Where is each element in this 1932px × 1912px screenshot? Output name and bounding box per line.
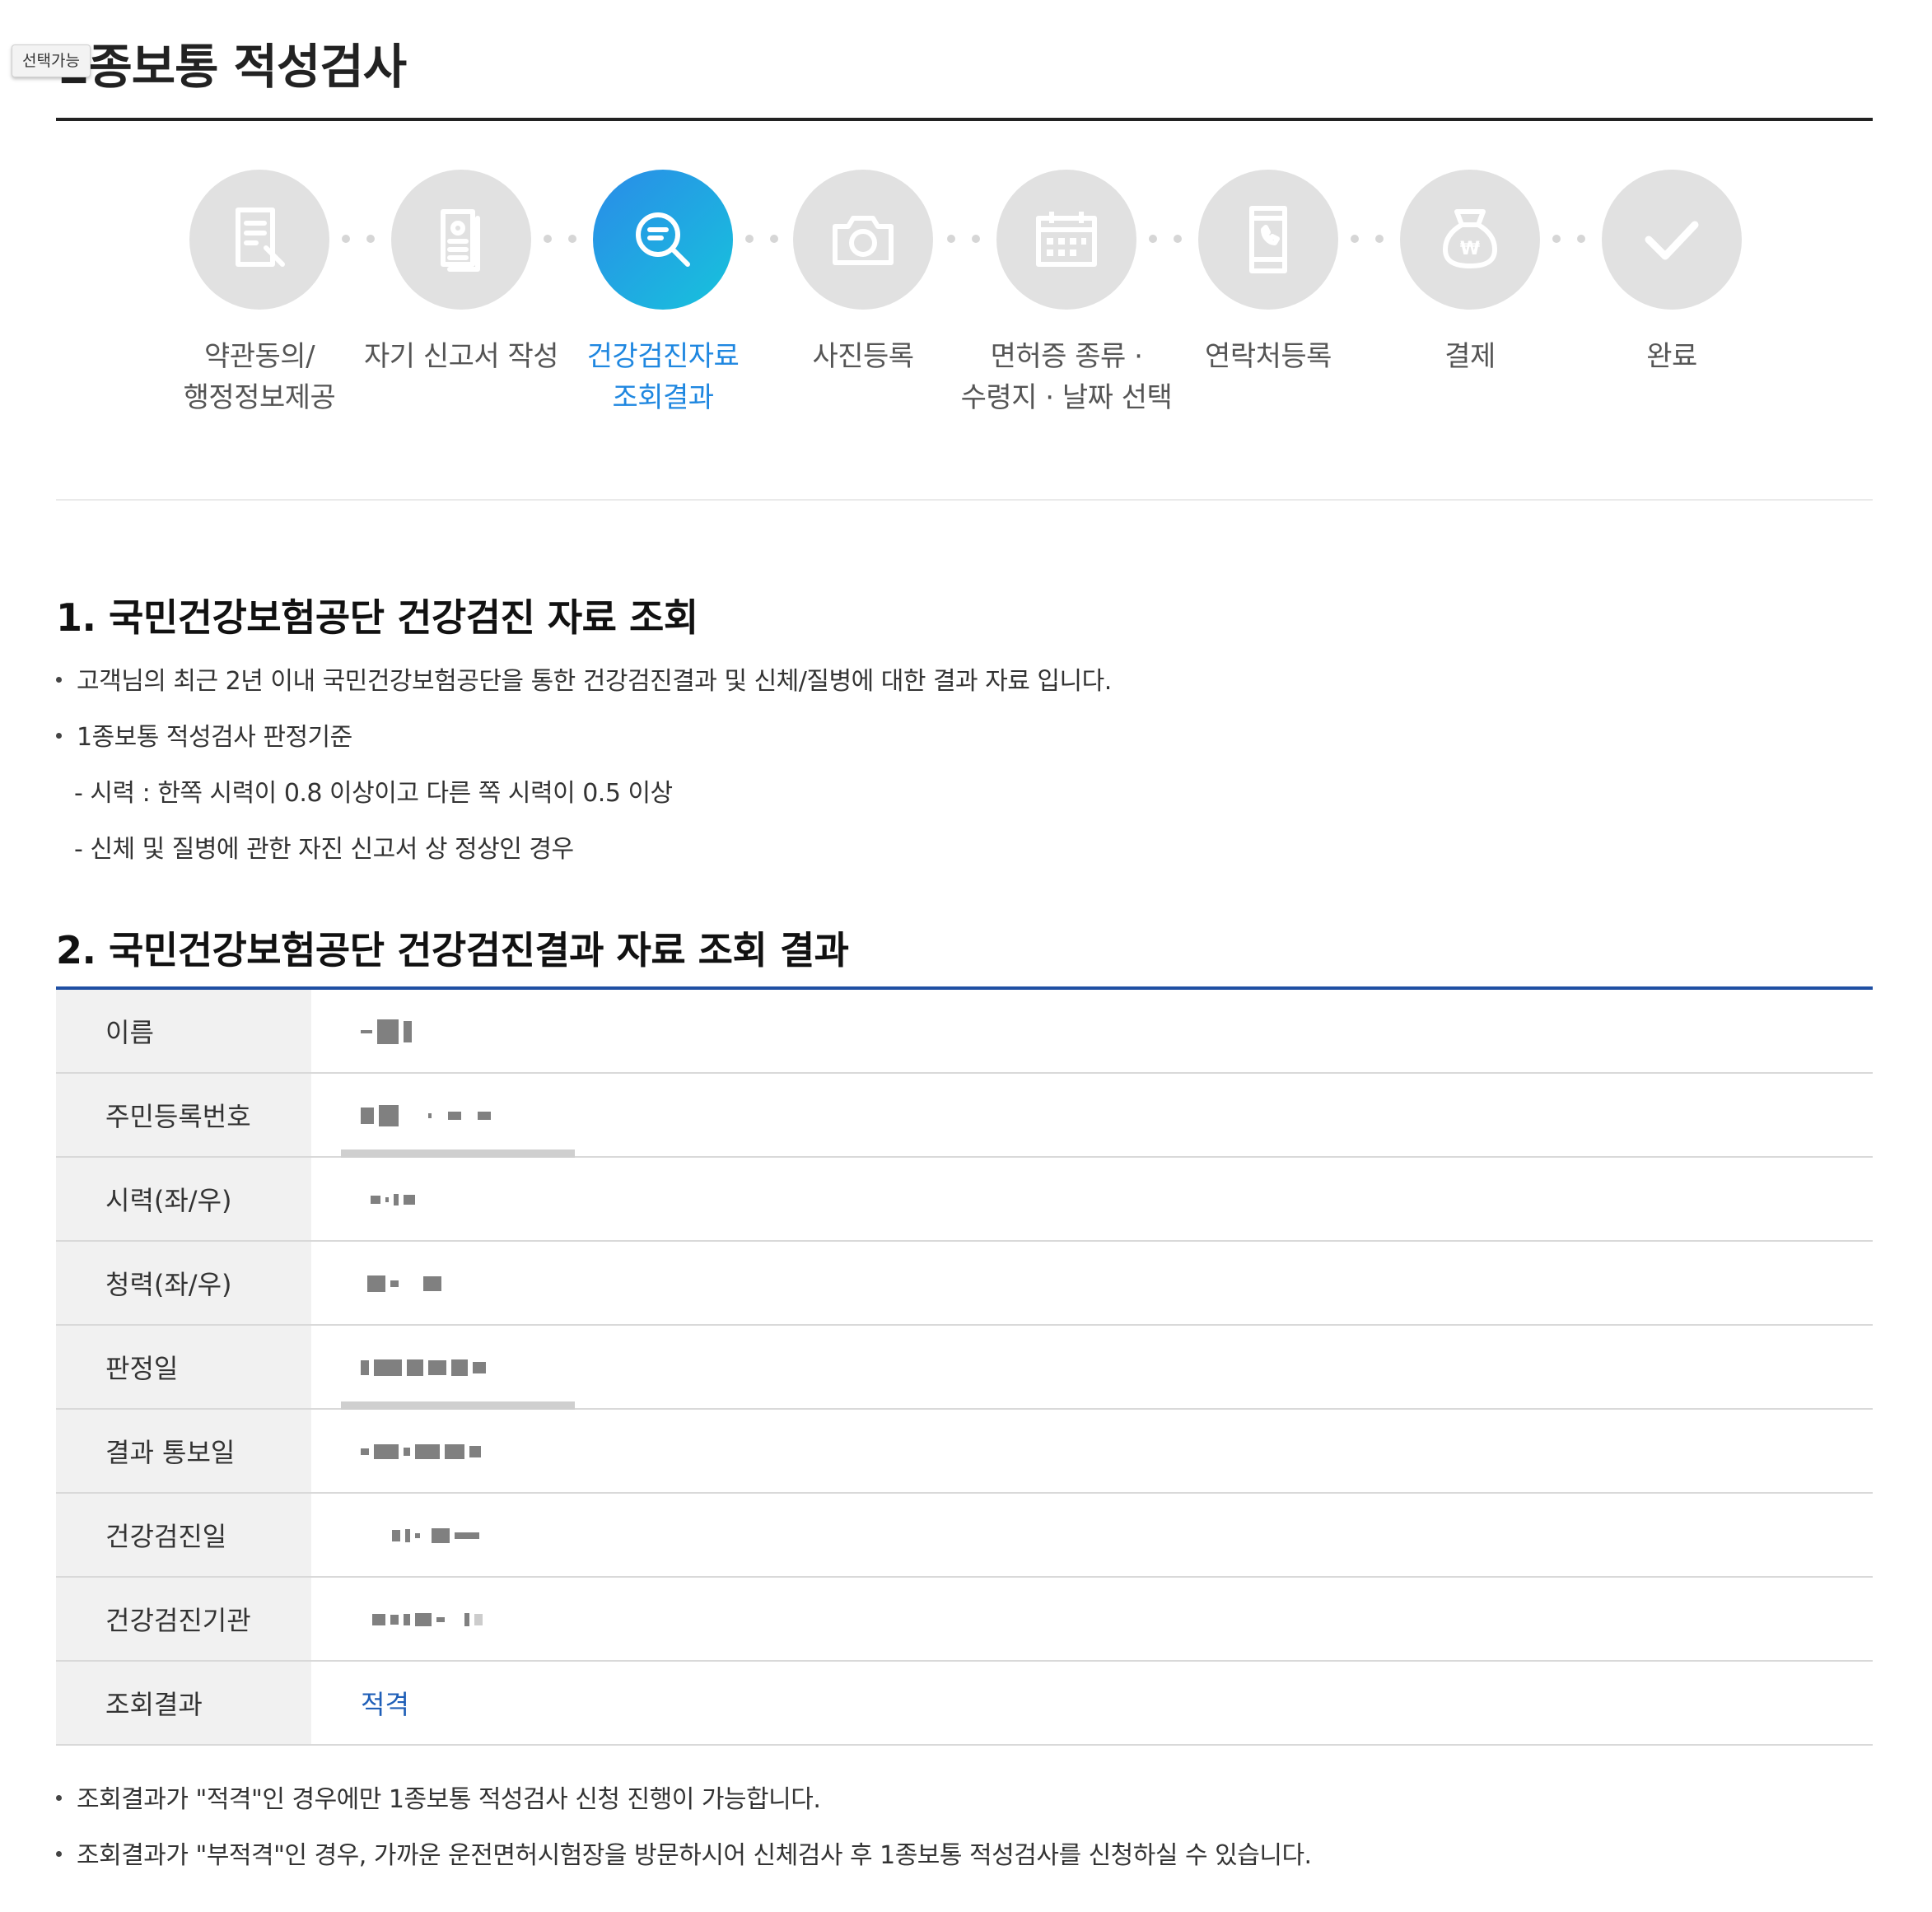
- camera-icon: [793, 170, 933, 310]
- row-label-hearing: 청력(좌/우): [56, 1242, 311, 1324]
- redacted-vision: [311, 1158, 1873, 1240]
- result-table: 이름 주민등록번호 시력(좌/우) 청력(좌/우) 판정일 결과 통보일 건강검…: [56, 986, 1873, 1746]
- search-document-icon: [593, 170, 733, 310]
- won-bag-icon: ₩: [1400, 170, 1540, 310]
- table-row: 결과 통보일: [56, 1410, 1873, 1494]
- redacted-judgment-date: [311, 1326, 1873, 1410]
- table-row: 시력(좌/우): [56, 1158, 1873, 1242]
- table-row: 건강검진기관: [56, 1578, 1873, 1662]
- row-label-vision: 시력(좌/우): [56, 1158, 311, 1240]
- tooltip: 선택가능: [12, 44, 91, 77]
- info-bullet: 고객님의 최근 2년 이내 국민건강보험공단을 통한 건강검진결과 및 신체/질…: [56, 660, 1112, 697]
- phone-icon: [1198, 170, 1338, 310]
- page-title: 1종보통 적성검사: [56, 39, 407, 95]
- title-divider: [56, 118, 1873, 121]
- row-label-name: 이름: [56, 990, 311, 1072]
- criteria-health: - 신체 및 질병에 관한 자진 신고서 상 정상인 경우: [74, 835, 574, 864]
- row-label-institution: 건강검진기관: [56, 1578, 311, 1660]
- table-row: 청력(좌/우): [56, 1242, 1873, 1326]
- step-complete: 완료: [1552, 170, 1791, 377]
- redacted-checkup-date: [311, 1494, 1873, 1576]
- table-row: 주민등록번호: [56, 1074, 1873, 1158]
- calendar-icon: [996, 170, 1136, 310]
- table-row: 이름: [56, 990, 1873, 1074]
- redacted-notice-date: [311, 1410, 1873, 1492]
- redacted-name: [311, 990, 1873, 1072]
- step-label: 완료: [1646, 340, 1697, 373]
- table-row: 조회결과 적격: [56, 1662, 1873, 1746]
- table-row: 건강검진일: [56, 1494, 1873, 1578]
- step-progress: 약관동의/ 행정정보제공 자기 신고서 작성 건강검진자료 조회결과 사진등록 …: [0, 170, 1932, 441]
- section2-title: 2. 국민건강보험공단 건강검진결과 자료 조회 결과: [56, 928, 849, 972]
- criteria-bullet: 1종보통 적성검사 판정기준: [56, 716, 352, 753]
- row-label-rrn: 주민등록번호: [56, 1074, 311, 1156]
- redacted-institution: [311, 1578, 1873, 1660]
- table-row: 판정일: [56, 1326, 1873, 1410]
- row-label-notice-date: 결과 통보일: [56, 1410, 311, 1492]
- row-label-checkup-date: 건강검진일: [56, 1494, 311, 1576]
- profile-document-icon: [391, 170, 531, 310]
- redacted-rrn: [311, 1074, 1873, 1158]
- result-value: 적격: [311, 1662, 1873, 1744]
- row-label-judgment-date: 판정일: [56, 1326, 311, 1408]
- result-status: 적격: [361, 1689, 409, 1720]
- redacted-hearing: [311, 1242, 1873, 1324]
- note-eligible: 조회결과가 "적격"인 경우에만 1종보통 적성검사 신청 진행이 가능합니다.: [56, 1779, 821, 1815]
- check-icon: [1602, 170, 1742, 310]
- section1-title: 1. 국민건강보험공단 건강검진 자료 조회: [56, 595, 698, 640]
- note-ineligible: 조회결과가 "부적격"인 경우, 가까운 운전면허시험장을 방문하시어 신체검사…: [56, 1835, 1312, 1871]
- row-label-result: 조회결과: [56, 1662, 311, 1744]
- criteria-vision: - 시력 : 한쪽 시력이 0.8 이상이고 다른 쪽 시력이 0.5 이상: [74, 779, 673, 808]
- section-divider: [56, 499, 1873, 501]
- document-edit-icon: [189, 170, 329, 310]
- svg-text:₩: ₩: [1460, 239, 1480, 259]
